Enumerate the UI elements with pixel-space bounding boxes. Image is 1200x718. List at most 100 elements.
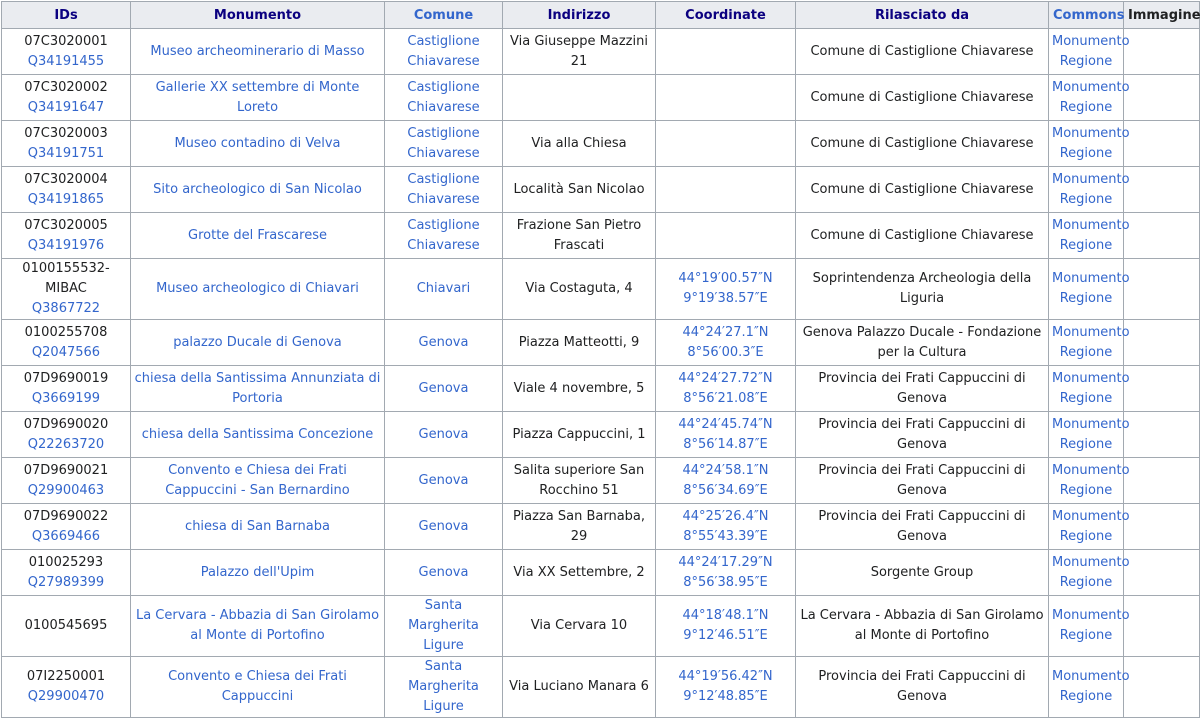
commons-monumento-link[interactable]: Monumento — [1052, 608, 1130, 623]
commons-monumento-link[interactable]: Monumento — [1052, 555, 1130, 570]
comune-link[interactable]: Santa Margherita Ligure — [408, 598, 479, 653]
comune-link[interactable]: Genova — [419, 565, 469, 580]
monument-link[interactable]: Sito archeologico di San Nicolao — [153, 182, 362, 197]
wikidata-link[interactable]: Q2047566 — [32, 345, 100, 360]
comune-link[interactable]: Genova — [419, 381, 469, 396]
coordinate-lat-link[interactable]: 44°24′27.1″N — [682, 325, 768, 340]
coordinate-lat-link[interactable]: 44°25′26.4″N — [682, 509, 768, 524]
coordinate-lat-link[interactable]: 44°24′58.1″N — [682, 463, 768, 478]
wikidata-link[interactable]: Q3867722 — [32, 301, 100, 316]
commons-regione-link[interactable]: Regione — [1060, 192, 1113, 207]
wikidata-link[interactable]: Q34191751 — [28, 146, 104, 161]
commons-regione-link[interactable]: Regione — [1060, 238, 1113, 253]
col-header-ids[interactable]: IDs — [1, 1, 131, 29]
monument-link[interactable]: chiesa di San Barnaba — [185, 519, 330, 534]
coordinate-lat-link[interactable]: 44°24′27.72″N — [678, 371, 772, 386]
col-header-indirizzo[interactable]: Indirizzo — [502, 1, 656, 29]
commons-regione-link[interactable]: Regione — [1060, 100, 1113, 115]
wikidata-link[interactable]: Q34191455 — [28, 54, 104, 69]
comune-link[interactable]: Santa Margherita Ligure — [408, 659, 479, 714]
comune-link[interactable]: Genova — [419, 335, 469, 350]
cell-rilasciato-da: Provincia dei Frati Cappuccini di Genova — [795, 365, 1049, 412]
coordinate-lon-link[interactable]: 8°55′43.39″E — [683, 529, 768, 544]
wikidata-link[interactable]: Q29900470 — [28, 689, 104, 704]
commons-regione-link[interactable]: Regione — [1060, 146, 1113, 161]
monument-link[interactable]: La Cervara - Abbazia di San Girolamo al … — [136, 608, 379, 643]
commons-regione-link[interactable]: Regione — [1060, 54, 1113, 69]
commons-monumento-link[interactable]: Monumento — [1052, 417, 1130, 432]
coordinate-lat-link[interactable]: 44°18′48.1″N — [682, 608, 768, 623]
commons-monumento-link[interactable]: Monumento — [1052, 80, 1130, 95]
commons-regione-link[interactable]: Regione — [1060, 689, 1113, 704]
monument-link[interactable]: Museo archeologico di Chiavari — [156, 281, 359, 296]
monument-link[interactable]: Grotte del Frascarese — [188, 228, 327, 243]
wikidata-link[interactable]: Q3669199 — [32, 391, 100, 406]
commons-monumento-link[interactable]: Monumento — [1052, 34, 1130, 49]
coordinate-lon-link[interactable]: 8°56′38.95″E — [683, 575, 768, 590]
comune-link[interactable]: Genova — [419, 519, 469, 534]
comune-link[interactable]: Castiglione Chiavarese — [407, 34, 479, 69]
col-header-monumento[interactable]: Monumento — [130, 1, 385, 29]
monument-link[interactable]: Gallerie XX settembre di Monte Loreto — [156, 80, 360, 115]
col-header-rilasciato-da[interactable]: Rilasciato da — [795, 1, 1049, 29]
monument-link[interactable]: Museo contadino di Velva — [174, 136, 340, 151]
coordinate-lat-link[interactable]: 44°24′45.74″N — [678, 417, 772, 432]
comune-link[interactable]: Castiglione Chiavarese — [407, 126, 479, 161]
coordinate-lon-link[interactable]: 9°12′46.51″E — [683, 628, 768, 643]
col-header-comune[interactable]: Comune — [384, 1, 503, 29]
monument-link[interactable]: Convento e Chiesa dei Frati Cappuccini -… — [165, 463, 350, 498]
comune-link[interactable]: Castiglione Chiavarese — [407, 218, 479, 253]
cell-comune: Chiavari — [384, 258, 503, 320]
coordinate-lat-link[interactable]: 44°24′17.29″N — [678, 555, 772, 570]
commons-regione-link[interactable]: Regione — [1060, 291, 1113, 306]
comune-link[interactable]: Genova — [419, 473, 469, 488]
col-header-coordinate[interactable]: Coordinate — [655, 1, 796, 29]
coordinate-lon-link[interactable]: 8°56′14.87″E — [683, 437, 768, 452]
monument-link[interactable]: Museo archeominerario di Masso — [150, 44, 364, 59]
commons-monumento-link[interactable]: Monumento — [1052, 325, 1130, 340]
coordinate-lon-link[interactable]: 9°12′48.85″E — [683, 689, 768, 704]
commons-regione-link[interactable]: Regione — [1060, 391, 1113, 406]
commons-regione-link[interactable]: Regione — [1060, 345, 1113, 360]
coordinate-lat-link[interactable]: 44°19′56.42″N — [678, 669, 772, 684]
comune-link[interactable]: Castiglione Chiavarese — [407, 80, 479, 115]
comune-link[interactable]: Castiglione Chiavarese — [407, 172, 479, 207]
col-header-commons[interactable]: Commons — [1048, 1, 1125, 29]
coordinate-lon-link[interactable]: 8°56′21.08″E — [683, 391, 768, 406]
commons-monumento-link[interactable]: Monumento — [1052, 126, 1130, 141]
commons-monumento-link[interactable]: Monumento — [1052, 669, 1130, 684]
coordinate-lon-link[interactable]: 9°19′38.57″E — [683, 291, 768, 306]
commons-regione-link[interactable]: Regione — [1060, 437, 1113, 452]
commons-monumento-link[interactable]: Monumento — [1052, 271, 1130, 286]
comune-link[interactable]: Chiavari — [417, 281, 471, 296]
monument-link[interactable]: chiesa della Santissima Annunziata di Po… — [135, 371, 381, 406]
wikidata-link[interactable]: Q27989399 — [28, 575, 104, 590]
cell-immagine — [1123, 120, 1200, 167]
coordinate-lon-link[interactable]: 8°56′00.3″E — [687, 345, 763, 360]
comune-link[interactable]: Genova — [419, 427, 469, 442]
wikidata-link[interactable]: Q22263720 — [28, 437, 104, 452]
commons-monumento-link[interactable]: Monumento — [1052, 172, 1130, 187]
cell-rilasciato-da: Provincia dei Frati Cappuccini di Genova — [795, 411, 1049, 458]
commons-monumento-link[interactable]: Monumento — [1052, 463, 1130, 478]
monument-link[interactable]: Convento e Chiesa dei Frati Cappuccini — [168, 669, 347, 704]
monument-link[interactable]: palazzo Ducale di Genova — [173, 335, 342, 350]
commons-regione-link[interactable]: Regione — [1060, 628, 1113, 643]
commons-monumento-link[interactable]: Monumento — [1052, 218, 1130, 233]
commons-regione-link[interactable]: Regione — [1060, 483, 1113, 498]
coordinate-lon-link[interactable]: 8°56′34.69″E — [683, 483, 768, 498]
monument-link[interactable]: chiesa della Santissima Concezione — [142, 427, 374, 442]
cell-coordinate — [655, 120, 796, 167]
wikidata-link[interactable]: Q34191865 — [28, 192, 104, 207]
wikidata-link[interactable]: Q3669466 — [32, 529, 100, 544]
wikidata-link[interactable]: Q29900463 — [28, 483, 104, 498]
cell-rilasciato-da: Comune di Castiglione Chiavarese — [795, 28, 1049, 75]
commons-regione-link[interactable]: Regione — [1060, 575, 1113, 590]
monument-link[interactable]: Palazzo dell'Upim — [201, 565, 315, 580]
wikidata-link[interactable]: Q34191976 — [28, 238, 104, 253]
wikidata-link[interactable]: Q34191647 — [28, 100, 104, 115]
commons-regione-link[interactable]: Regione — [1060, 529, 1113, 544]
coordinate-lat-link[interactable]: 44°19′00.57″N — [678, 271, 772, 286]
commons-monumento-link[interactable]: Monumento — [1052, 371, 1130, 386]
commons-monumento-link[interactable]: Monumento — [1052, 509, 1130, 524]
